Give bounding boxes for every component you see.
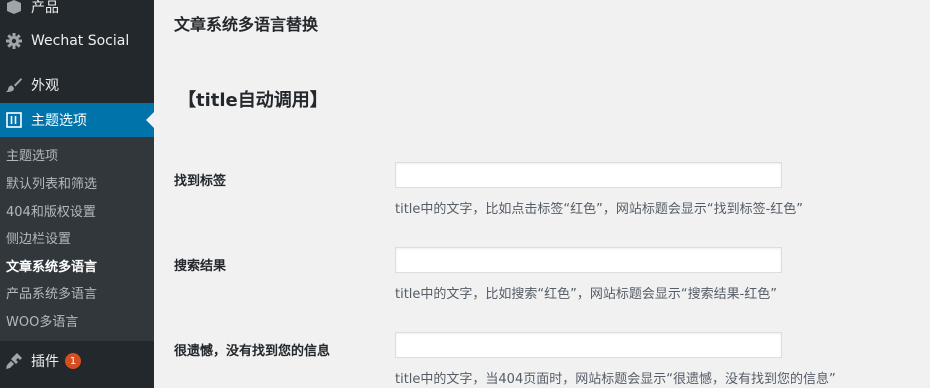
theme-options-icon xyxy=(4,110,24,130)
submenu-item-article-multilang[interactable]: 文章系统多语言 xyxy=(6,260,97,276)
search-results-label: 搜索结果 xyxy=(174,259,227,274)
gear-icon xyxy=(4,31,24,51)
sidebar-item-wechat-social[interactable]: Wechat Social xyxy=(0,24,154,58)
archive-icon xyxy=(4,0,24,17)
sidebar-item-label: 产品 xyxy=(31,0,59,16)
theme-options-submenu: 主题选项 默认列表和筛选 404和版权设置 侧边栏设置 文章系统多语言 产品系统… xyxy=(0,137,154,341)
not-found-description: title中的文字，当404页面时，网站标题会显示“很遗憾，没有找到您的信息” xyxy=(395,372,836,387)
not-found-label: 很遗憾，没有找到您的信息 xyxy=(174,344,331,359)
sidebar-item-label: 主题选项 xyxy=(31,113,87,129)
submenu-item-product-multilang[interactable]: 产品系统多语言 xyxy=(6,287,97,303)
submenu-item-woo-multilang[interactable]: WOO多语言 xyxy=(6,315,78,331)
not-found-input[interactable] xyxy=(395,332,782,358)
page-title: 文章系统多语言替换 xyxy=(174,15,319,34)
sidebar-item-label: Wechat Social xyxy=(31,33,130,49)
sidebar-item-label: 插件 xyxy=(31,354,59,370)
tag-found-input[interactable] xyxy=(395,162,782,188)
submenu-item-theme-options[interactable]: 主题选项 xyxy=(6,149,58,165)
admin-sidebar: 产品 Wechat Social 外观 主题选项 主题选项 默认列表和筛选 40… xyxy=(0,0,154,388)
sidebar-item-products[interactable]: 产品 xyxy=(0,0,154,24)
sidebar-item-appearance[interactable]: 外观 xyxy=(0,68,154,102)
main-content: 文章系统多语言替换 【title自动调用】 找到标签 title中的文字，比如点… xyxy=(154,0,930,388)
submenu-item-list-filter[interactable]: 默认列表和筛选 xyxy=(6,177,97,193)
tag-found-description: title中的文字，比如点击标签“红色”，网站标题会显示“找到标签-红色” xyxy=(395,202,804,217)
sidebar-item-label: 外观 xyxy=(31,78,59,94)
plugin-icon xyxy=(4,351,24,371)
tag-found-label: 找到标签 xyxy=(174,174,227,189)
submenu-item-404-copyright[interactable]: 404和版权设置 xyxy=(6,205,96,221)
section-title: 【title自动调用】 xyxy=(178,90,328,111)
submenu-item-sidebar-settings[interactable]: 侧边栏设置 xyxy=(6,232,71,248)
sidebar-item-theme-options[interactable]: 主题选项 xyxy=(0,103,154,137)
paintbrush-icon xyxy=(4,75,24,95)
search-results-input[interactable] xyxy=(395,247,782,273)
update-count-badge: 1 xyxy=(65,353,81,369)
search-results-description: title中的文字，比如搜索“红色”，网站标题会显示“搜索结果-红色” xyxy=(395,287,778,302)
sidebar-item-plugins[interactable]: 插件 1 xyxy=(0,344,154,378)
